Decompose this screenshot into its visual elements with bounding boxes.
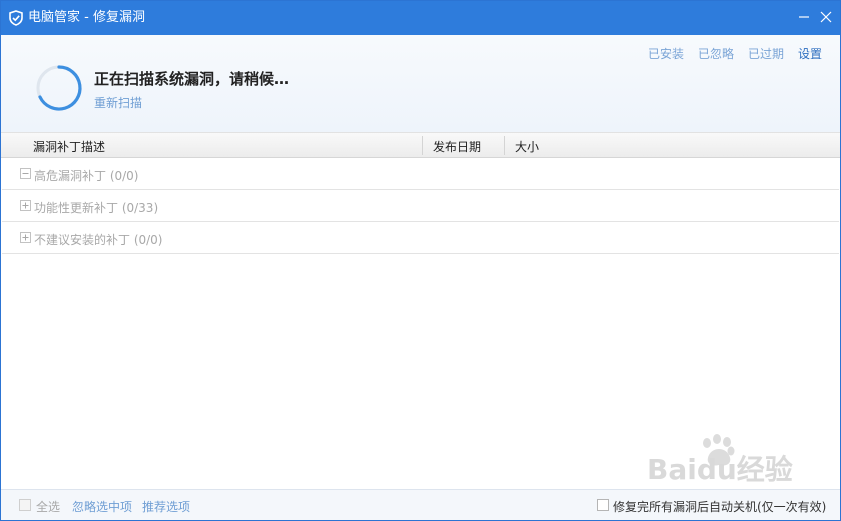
auto-shutdown-label[interactable]: 修复完所有漏洞后自动关机(仅一次有效) xyxy=(613,498,826,515)
app-window: 电脑管家 - 修复漏洞 已安装 已忽略 已过期 设置 正在扫描系统漏洞，请稍候…… xyxy=(0,0,841,521)
column-header-size[interactable]: 大小 xyxy=(515,138,539,155)
link-expired[interactable]: 已过期 xyxy=(748,45,784,62)
link-settings[interactable]: 设置 xyxy=(798,45,822,62)
minimize-icon[interactable] xyxy=(796,9,812,25)
patch-group-critical[interactable]: 高危漏洞补丁 (0/0) xyxy=(2,158,839,190)
close-icon[interactable] xyxy=(818,9,834,25)
column-divider[interactable] xyxy=(422,136,423,155)
recommended-options-link[interactable]: 推荐选项 xyxy=(142,498,190,515)
scan-header: 已安装 已忽略 已过期 设置 正在扫描系统漏洞，请稍候… 重新扫描 xyxy=(1,35,840,132)
title-bar: 电脑管家 - 修复漏洞 xyxy=(1,1,840,35)
column-header-description[interactable]: 漏洞补丁描述 xyxy=(33,138,105,155)
rescan-link[interactable]: 重新扫描 xyxy=(94,94,142,111)
scanning-spinner-icon xyxy=(36,65,82,111)
expand-plus-icon[interactable] xyxy=(20,232,31,243)
group-label: 高危漏洞补丁 (0/0) xyxy=(34,169,139,183)
footer-bar: 全选 忽略选中项 推荐选项 修复完所有漏洞后自动关机(仅一次有效) xyxy=(1,489,840,520)
svg-text:Baidu经验: Baidu经验 xyxy=(647,453,793,486)
link-ignored[interactable]: 已忽略 xyxy=(698,45,734,62)
patch-group-functional[interactable]: 功能性更新补丁 (0/33) xyxy=(2,190,839,222)
group-label: 功能性更新补丁 (0/33) xyxy=(34,201,159,215)
baidu-jingyan-watermark: Baidu经验 xyxy=(647,434,793,486)
window-title: 电脑管家 - 修复漏洞 xyxy=(28,10,145,25)
column-header-date[interactable]: 发布日期 xyxy=(433,138,481,155)
collapse-minus-icon[interactable] xyxy=(20,168,31,179)
select-all-label[interactable]: 全选 xyxy=(36,498,60,515)
auto-shutdown-checkbox[interactable] xyxy=(597,499,609,511)
scan-status-text: 正在扫描系统漏洞，请稍候… xyxy=(94,70,290,88)
patch-group-not-recommended[interactable]: 不建议安装的补丁 (0/0) xyxy=(2,222,839,254)
expand-plus-icon[interactable] xyxy=(20,200,31,211)
ignore-selected-link[interactable]: 忽略选中项 xyxy=(72,498,132,515)
group-label: 不建议安装的补丁 (0/0) xyxy=(34,233,163,247)
table-header: 漏洞补丁描述 发布日期 大小 xyxy=(1,132,840,158)
select-all-checkbox[interactable] xyxy=(19,499,31,511)
link-installed[interactable]: 已安装 xyxy=(648,45,684,62)
shield-logo-icon xyxy=(9,10,23,26)
column-divider[interactable] xyxy=(504,136,505,155)
top-links: 已安装 已忽略 已过期 设置 xyxy=(648,45,822,62)
